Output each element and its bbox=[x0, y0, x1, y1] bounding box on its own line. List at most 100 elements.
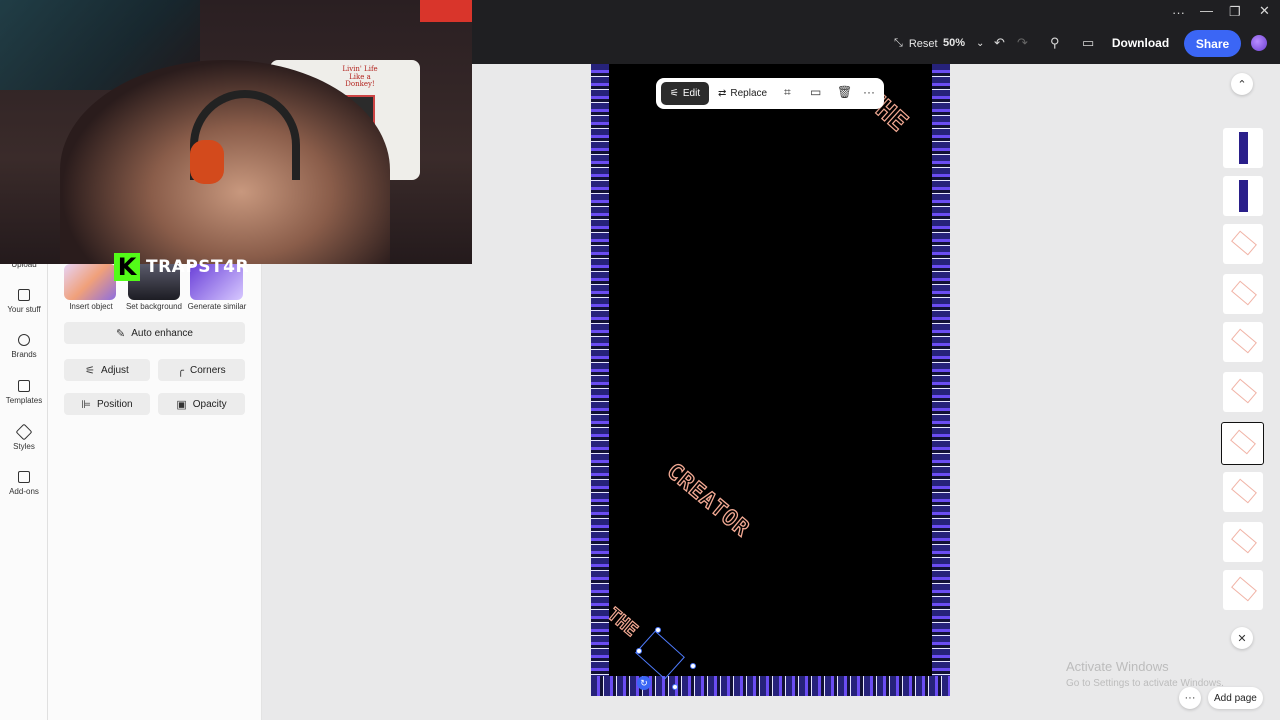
page-thumb[interactable] bbox=[1223, 372, 1263, 412]
shirt-text: Livin' Life Like a Donkey! bbox=[342, 65, 378, 89]
redo-icon[interactable]: ↷ bbox=[1017, 36, 1028, 49]
sliders-icon: ⚟ bbox=[669, 88, 679, 99]
corners-button[interactable]: ╭ Corners bbox=[158, 359, 245, 381]
addons-label: Add-ons bbox=[9, 487, 39, 496]
rail-item-your-stuff[interactable]: Your stuff bbox=[0, 289, 48, 314]
page-thumb[interactable] bbox=[1223, 522, 1263, 562]
page-thumb[interactable] bbox=[1223, 274, 1263, 314]
set-background-label: Set background bbox=[125, 302, 183, 311]
page-thumb-art bbox=[1231, 528, 1257, 554]
styles-icon bbox=[15, 423, 33, 441]
page-thumb[interactable] bbox=[1223, 176, 1263, 216]
activate-windows-watermark: Activate Windows Go to Settings to activ… bbox=[1066, 659, 1224, 689]
headset-earcup bbox=[190, 140, 224, 184]
crop-icon[interactable]: ⌗ bbox=[784, 86, 791, 98]
activate-subtitle: Go to Settings to activate Windows. bbox=[1066, 678, 1224, 689]
rail-item-templates[interactable]: Templates bbox=[0, 380, 48, 405]
page-thumb-art bbox=[1231, 478, 1257, 504]
zoom-value: 50% bbox=[943, 37, 966, 49]
replace-icon: ⇄ bbox=[718, 88, 727, 99]
generate-similar-label: Generate similar bbox=[187, 302, 247, 311]
add-page-button[interactable]: Add page bbox=[1208, 687, 1263, 709]
avatar[interactable] bbox=[1251, 35, 1267, 51]
insert-object-label: Insert object bbox=[69, 302, 113, 311]
folder-icon bbox=[18, 289, 30, 301]
replace-label: Replace bbox=[730, 88, 768, 99]
restore-icon[interactable]: ❐ bbox=[1229, 5, 1241, 18]
replace-button[interactable]: ⇄ Replace bbox=[718, 82, 767, 105]
page-thumb-art bbox=[1239, 180, 1248, 212]
webcam-overlay: Livin' Life Like a Donkey! bbox=[0, 0, 472, 264]
chevron-down-icon: ⌄ bbox=[976, 37, 985, 49]
close-window-icon[interactable]: ✕ bbox=[1259, 4, 1270, 17]
pages-panel bbox=[1216, 72, 1270, 632]
activate-title: Activate Windows bbox=[1066, 659, 1169, 674]
opacity-button[interactable]: ▣ Opacity bbox=[158, 393, 245, 415]
align-icon: ⊫ bbox=[81, 398, 91, 411]
more-menu-icon[interactable]: ··· bbox=[1172, 6, 1185, 19]
rail-item-styles[interactable]: Styles bbox=[0, 423, 48, 451]
reset-button[interactable]: ⤡ Reset bbox=[894, 37, 938, 50]
edit-button[interactable]: ⚟ Edit bbox=[661, 82, 709, 105]
opacity-label: Opacity bbox=[192, 398, 227, 410]
zoom-select[interactable]: 50% ⌄ bbox=[943, 37, 984, 49]
your-stuff-label: Your stuff bbox=[7, 305, 41, 314]
resize-handle[interactable] bbox=[690, 663, 696, 669]
comment-icon[interactable]: ▭ bbox=[810, 86, 821, 98]
page-thumb-art bbox=[1239, 132, 1248, 164]
page-thumb[interactable] bbox=[1223, 472, 1263, 512]
page-thumb[interactable] bbox=[1223, 322, 1263, 362]
page-thumb-art bbox=[1230, 429, 1256, 455]
download-button[interactable]: Download bbox=[1107, 30, 1174, 56]
delete-icon[interactable]: 🗑 bbox=[837, 86, 852, 98]
edit-label: Edit bbox=[682, 88, 701, 99]
page-thumb-art bbox=[1231, 378, 1257, 404]
reset-icon: ⤡ bbox=[894, 37, 903, 49]
sliders-icon: ⚟ bbox=[85, 364, 96, 377]
floating-toolbar: ⚟ Edit ⇄ Replace ⌗ ▭ 🗑 ··· bbox=[656, 78, 884, 109]
more-icon[interactable]: ··· bbox=[863, 86, 875, 98]
reset-label: Reset bbox=[908, 37, 938, 50]
insert-object-thumb[interactable] bbox=[64, 264, 116, 300]
page-thumb-art bbox=[1231, 230, 1257, 256]
share-button[interactable]: Share bbox=[1184, 30, 1241, 57]
corners-label: Corners bbox=[190, 364, 226, 376]
resize-handle[interactable] bbox=[636, 648, 642, 654]
page-thumb[interactable] bbox=[1223, 224, 1263, 264]
close-pages-icon[interactable]: ✕ bbox=[1231, 627, 1253, 649]
adjust-button[interactable]: ⚟ Adjust bbox=[64, 359, 150, 381]
minimize-icon[interactable]: — bbox=[1200, 4, 1213, 17]
page-more-icon[interactable]: ··· bbox=[1179, 687, 1201, 709]
app-root: ··· — ❐ ✕ ⤡ Reset 50% ⌄ ↶ ↷ ⚲ ▭ Download… bbox=[0, 0, 1280, 720]
rotate-handle-icon[interactable]: ↻ bbox=[637, 676, 651, 690]
page-thumb-selected[interactable] bbox=[1221, 422, 1264, 465]
resize-handle[interactable] bbox=[672, 684, 678, 690]
resize-handle[interactable] bbox=[655, 627, 661, 633]
page-thumb[interactable] bbox=[1223, 570, 1263, 610]
position-button[interactable]: ⊫ Position bbox=[64, 393, 150, 415]
comment-icon[interactable]: ▭ bbox=[1082, 36, 1094, 49]
kick-logo: K bbox=[114, 253, 140, 281]
undo-icon[interactable]: ↶ bbox=[994, 36, 1005, 49]
magic-wand-icon: ✎ bbox=[116, 327, 126, 340]
templates-icon bbox=[18, 380, 30, 392]
styles-label: Styles bbox=[13, 442, 35, 451]
frame-right bbox=[932, 64, 950, 696]
page-thumb-art bbox=[1231, 328, 1257, 354]
addons-icon bbox=[18, 471, 30, 483]
collaborate-icon[interactable]: ⚲ bbox=[1050, 36, 1060, 49]
brand-icon bbox=[18, 334, 30, 346]
rail-item-brands[interactable]: Brands bbox=[0, 334, 48, 359]
rail-item-addons[interactable]: Add-ons bbox=[0, 471, 48, 496]
templates-label: Templates bbox=[5, 396, 43, 405]
auto-enhance-label: Auto enhance bbox=[131, 327, 193, 339]
opacity-icon: ▣ bbox=[176, 398, 187, 411]
brands-label: Brands bbox=[11, 350, 37, 359]
frame-left bbox=[591, 64, 609, 696]
page-thumb[interactable] bbox=[1223, 128, 1263, 168]
auto-enhance-button[interactable]: ✎ Auto enhance bbox=[64, 322, 245, 344]
page-thumb-art bbox=[1231, 280, 1257, 306]
design-canvas[interactable] bbox=[591, 64, 950, 696]
streamer-tag: K TRAPST4R bbox=[114, 253, 249, 281]
adjust-label: Adjust bbox=[101, 364, 129, 376]
